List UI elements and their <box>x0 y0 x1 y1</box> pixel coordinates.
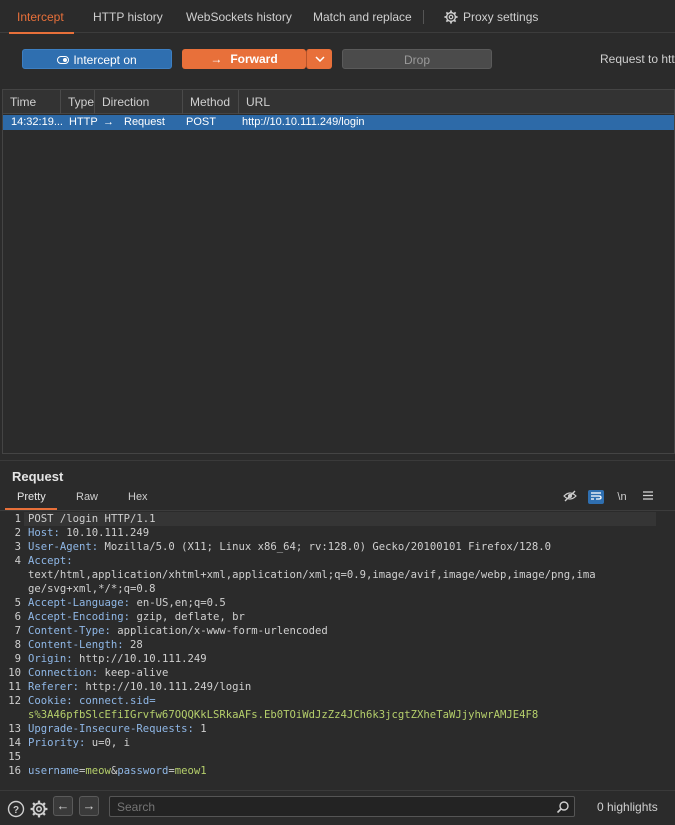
arrow-right-icon: → <box>210 52 223 66</box>
proxy-tab-bar: Intercept HTTP history WebSockets histor… <box>0 0 675 34</box>
header-line: Upgrade-Insecure-Requests: 1 <box>28 723 207 735</box>
search-input[interactable] <box>109 796 575 817</box>
svg-text:?: ? <box>13 805 19 816</box>
intercept-toggle-button[interactable]: Intercept on <box>22 49 172 69</box>
header-line: Accept: <box>28 555 73 567</box>
tab-raw[interactable]: Raw <box>76 491 98 503</box>
line-number: 13 <box>8 723 21 735</box>
intercept-table: Time Type Direction Method URL 14:32:19.… <box>2 89 675 454</box>
column-method[interactable]: Method <box>183 90 239 114</box>
header-value-wrap: ge/svg+xml,*/*;q=0.8 <box>28 583 156 595</box>
line-number: 10 <box>8 667 21 679</box>
row-time: 14:32:19... <box>11 116 63 128</box>
line-number: 4 <box>14 555 21 567</box>
column-url[interactable]: URL <box>239 90 674 114</box>
previous-match-button[interactable]: ← <box>53 796 73 816</box>
request-title: Request <box>12 469 64 484</box>
hide-nonprintable-icon[interactable] <box>562 490 578 504</box>
tab-divider <box>423 10 424 24</box>
line-number: 9 <box>14 653 21 665</box>
gear-icon[interactable] <box>30 800 48 818</box>
next-match-button[interactable]: → <box>79 796 99 816</box>
newline-toggle-icon[interactable]: \n <box>614 490 630 504</box>
tab-hex[interactable]: Hex <box>128 491 148 503</box>
header-line: Content-Length: 28 <box>28 639 143 651</box>
header-line: Referer: http://10.10.111.249/login <box>28 681 252 693</box>
menu-icon[interactable] <box>640 490 656 504</box>
request-to-label: Request to http <box>600 52 675 66</box>
tab-intercept[interactable]: Intercept <box>9 0 74 34</box>
arrow-left-icon: ← <box>56 798 70 813</box>
body-line: username=meow&password=meow1 <box>28 765 207 777</box>
header-line: Accept-Encoding: gzip, deflate, br <box>28 611 245 623</box>
header-line: Cookie: connect.sid= <box>28 695 156 707</box>
header-line: Priority: u=0, i <box>28 737 131 749</box>
header-line: User-Agent: Mozilla/5.0 (X11; Linux x86_… <box>28 541 552 553</box>
gear-icon <box>444 10 458 24</box>
help-icon[interactable]: ? <box>7 800 25 818</box>
request-line: POST /login HTTP/1.1 <box>28 513 156 525</box>
line-number: 12 <box>8 695 21 707</box>
table-header: Time Type Direction Method URL <box>3 90 674 114</box>
request-panel: Request Pretty Raw Hex \n 1 2 3 4 5 6 7 … <box>0 460 675 790</box>
row-url: http://10.10.111.249/login <box>242 116 365 128</box>
header-line: Origin: http://10.10.111.249 <box>28 653 207 665</box>
line-number: 8 <box>14 639 21 651</box>
table-row[interactable]: 14:32:19... HTTP → Request POST http://1… <box>3 115 674 130</box>
chevron-down-icon <box>314 56 325 63</box>
line-number: 1 <box>14 513 21 525</box>
wrap-lines-icon[interactable] <box>588 490 604 504</box>
arrow-right-icon: → <box>82 798 96 813</box>
header-line: Connection: keep-alive <box>28 667 169 679</box>
cookie-value: s%3A46pfbSlcEfiIGrvfw67OQQKkLSRkaAFs.Eb0… <box>28 709 539 721</box>
forward-dropdown-button[interactable] <box>306 49 332 69</box>
highlights-count: 0 highlights <box>597 800 658 814</box>
forward-label: Forward <box>230 52 278 66</box>
proxy-settings-label: Proxy settings <box>463 10 539 24</box>
column-type[interactable]: Type <box>61 90 95 114</box>
row-method: POST <box>186 116 216 128</box>
header-line: Host: 10.10.111.249 <box>28 527 150 539</box>
column-time[interactable]: Time <box>3 90 61 114</box>
line-number: 11 <box>8 681 21 693</box>
forward-button[interactable]: → Forward <box>182 49 306 69</box>
toggle-icon <box>57 56 70 64</box>
arrow-right-icon: → <box>103 116 114 128</box>
line-number: 2 <box>14 527 21 539</box>
header-line: Content-Type: application/x-www-form-url… <box>28 625 328 637</box>
column-direction[interactable]: Direction <box>95 90 183 114</box>
request-editor[interactable]: 1 2 3 4 5 6 7 8 9 10 11 12 13 14 15 16 P… <box>0 512 675 787</box>
divider <box>0 510 675 511</box>
search-icon <box>556 801 569 814</box>
search-bar: ? ← → 0 highlights <box>0 790 675 825</box>
line-number: 5 <box>14 597 21 609</box>
tab-pretty[interactable]: Pretty <box>17 491 46 503</box>
line-number: 14 <box>8 737 21 749</box>
row-direction: Request <box>124 116 165 128</box>
line-number: 3 <box>14 541 21 553</box>
line-number: 6 <box>14 611 21 623</box>
intercept-label: Intercept on <box>73 53 137 67</box>
line-number: 7 <box>14 625 21 637</box>
header-line: Accept-Language: en-US,en;q=0.5 <box>28 597 226 609</box>
tab-websockets-history[interactable]: WebSockets history <box>186 0 292 33</box>
tab-match-and-replace[interactable]: Match and replace <box>313 0 412 33</box>
line-number: 16 <box>8 765 21 777</box>
tab-http-history[interactable]: HTTP history <box>93 0 163 33</box>
row-type: HTTP <box>69 116 98 128</box>
drop-button[interactable]: Drop <box>342 49 492 69</box>
header-value-wrap: text/html,application/xhtml+xml,applicat… <box>28 569 596 581</box>
line-number: 15 <box>8 751 21 763</box>
tab-proxy-settings[interactable]: Proxy settings <box>444 0 538 33</box>
